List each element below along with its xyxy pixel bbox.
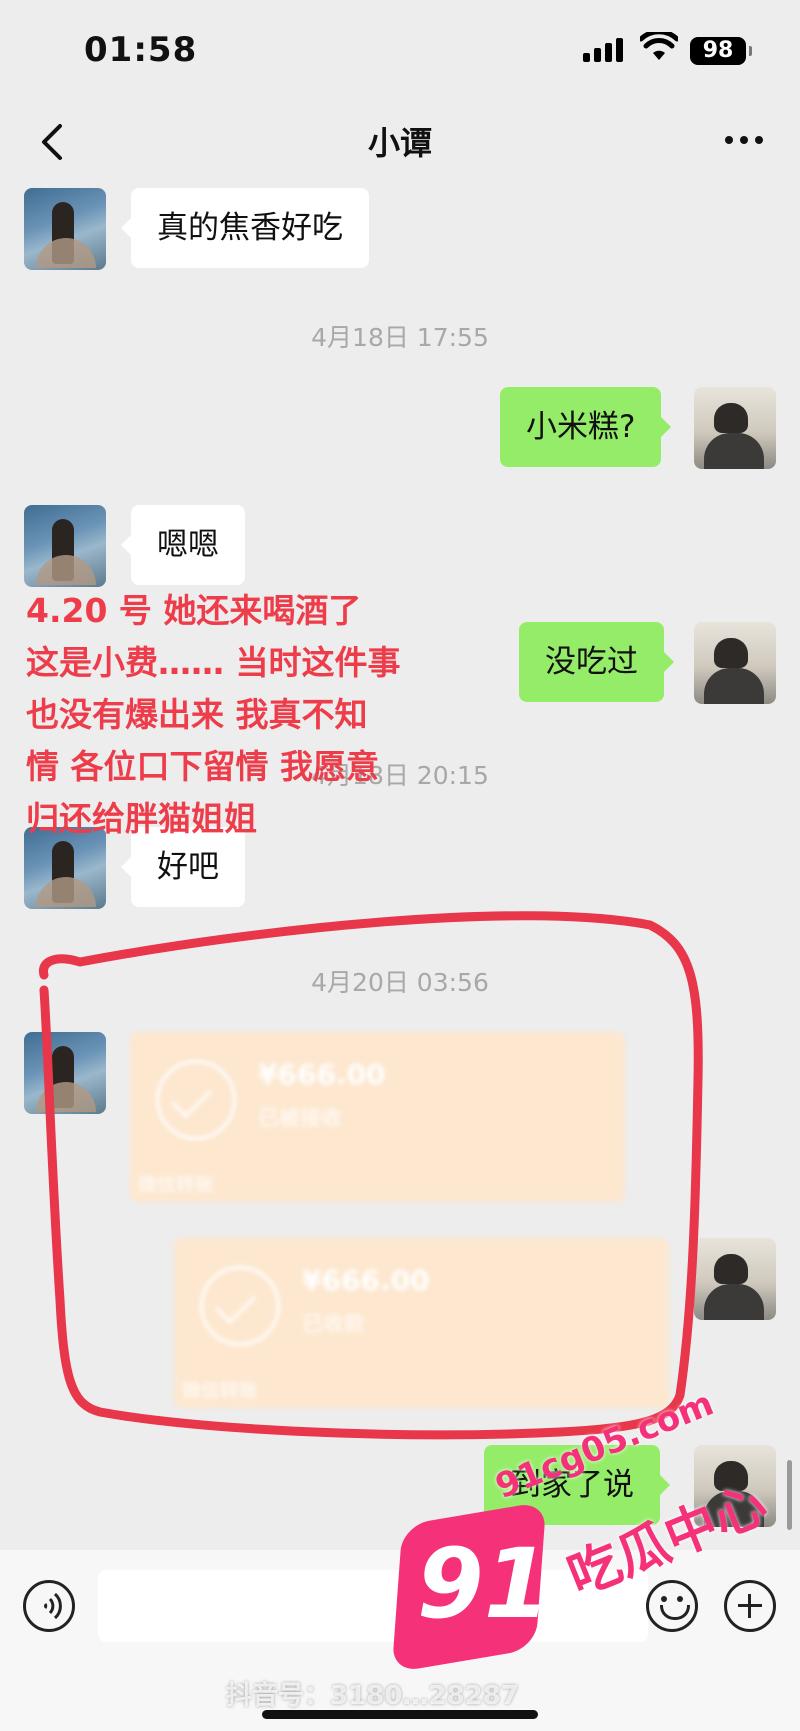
status-time: 01:58 xyxy=(84,30,198,70)
cellular-signal-icon xyxy=(583,38,625,62)
more-options-icon[interactable] xyxy=(724,130,764,150)
logo-name: 吃瓜中心 xyxy=(559,1474,776,1608)
message-bubble-incoming[interactable]: 真的焦香好吃 xyxy=(121,188,369,268)
chat-message-list[interactable]: 真的焦香好吃 4月18日 17:55 小米糕? 嗯嗯 没吃过 4月18日 20:… xyxy=(0,185,800,1550)
message-bubble-outgoing[interactable]: 小米糕? xyxy=(500,387,672,467)
transfer-status: 已被接收 xyxy=(258,1106,342,1130)
timestamp: 4月18日 17:55 xyxy=(311,323,489,352)
message-bubble-incoming[interactable]: 嗯嗯 xyxy=(121,505,245,585)
contact-avatar[interactable] xyxy=(24,505,106,587)
check-circle-icon xyxy=(200,1266,280,1346)
transfer-card-incoming[interactable]: ¥666.00 已被接收 微信转账 xyxy=(130,1032,625,1202)
contact-avatar[interactable] xyxy=(24,1032,106,1114)
battery-indicator: 98 xyxy=(690,37,752,65)
status-bar: 01:58 98 xyxy=(0,0,800,100)
annotation-line: 也没有爆出来 我真不知 xyxy=(26,695,368,734)
annotation-line: 这是小费…… 当时这件事 xyxy=(26,643,401,682)
chat-title: 小谭 xyxy=(367,124,432,162)
site-watermark-logo: 91 91cg05.com 吃瓜中心 xyxy=(391,1383,795,1731)
wifi-icon xyxy=(640,32,678,60)
contact-avatar[interactable] xyxy=(24,188,106,270)
transfer-label: 微信转账 xyxy=(182,1380,259,1402)
my-avatar[interactable] xyxy=(694,1238,776,1320)
my-avatar[interactable] xyxy=(694,622,776,704)
chat-header: 小谭 xyxy=(0,100,800,185)
transfer-label: 微信转账 xyxy=(138,1174,215,1196)
message-bubble-outgoing[interactable]: 没吃过 xyxy=(519,622,674,702)
transfer-amount: ¥666.00 xyxy=(302,1264,430,1297)
voice-input-icon[interactable] xyxy=(23,1580,75,1632)
annotation-line: 情 各位口下留情 我愿意 xyxy=(26,747,379,786)
check-circle-icon xyxy=(156,1060,236,1140)
transfer-status: 已收款 xyxy=(302,1312,365,1336)
transfer-card-outgoing[interactable]: ¥666.00 已收款 微信转账 xyxy=(174,1238,669,1408)
annotation-line: 4.20 号 她还来喝酒了 xyxy=(26,591,362,630)
annotation-line: 归还给胖猫姐姐 xyxy=(26,799,257,838)
timestamp: 4月20日 03:56 xyxy=(311,968,489,997)
logo-number: 91 xyxy=(417,1528,551,1640)
transfer-amount: ¥666.00 xyxy=(258,1058,386,1091)
annotation-text: 4.20 号 她还来喝酒了 这是小费…… 当时这件事 也没有爆出来 我真不知 情… xyxy=(26,585,456,845)
my-avatar[interactable] xyxy=(694,387,776,469)
